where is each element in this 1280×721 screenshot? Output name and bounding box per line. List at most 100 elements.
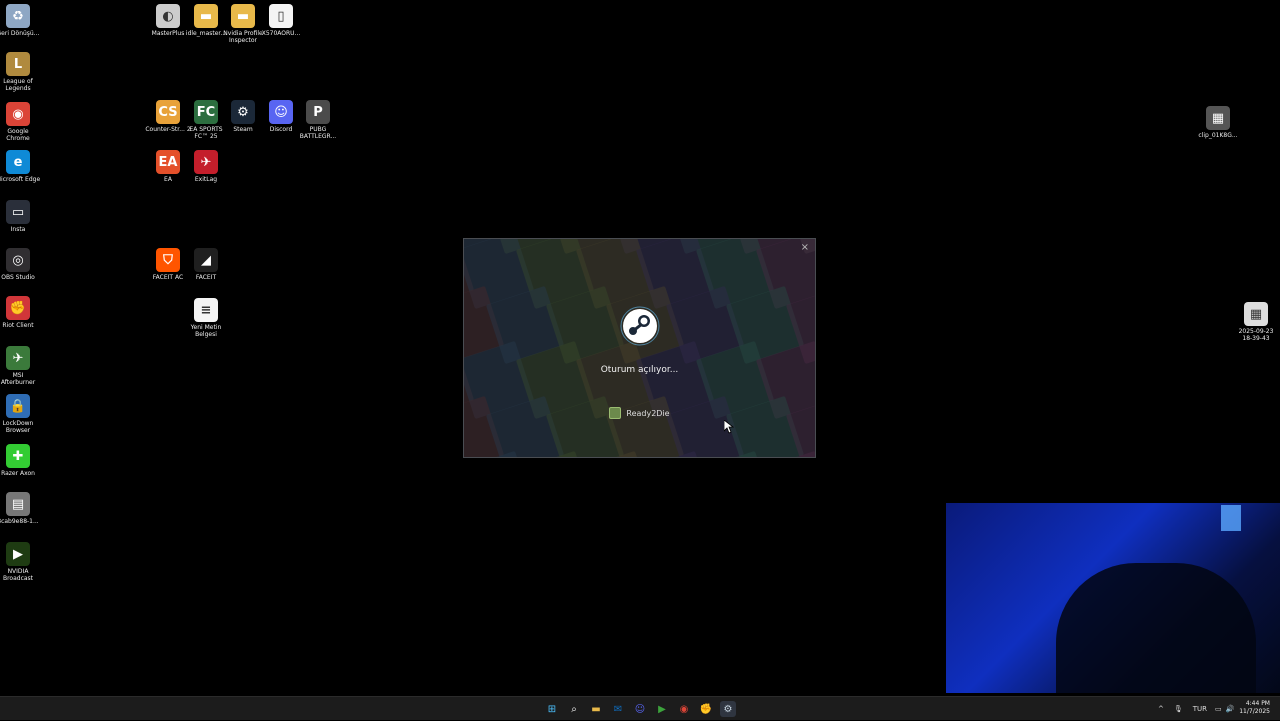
faceit-icon: ◢	[194, 248, 218, 272]
shortcut-label: 8cab9e88-1...	[0, 518, 39, 525]
dialog-overlay	[464, 239, 815, 457]
shortcut-label: PUBG BATTLEGR...	[295, 126, 341, 140]
steam-login-dialog: × Oturum açılıyor... Ready2Die	[463, 238, 816, 458]
riot-client-icon: ✊	[6, 296, 30, 320]
mouse-cursor-icon	[724, 420, 734, 434]
shortcut-label: FACEIT	[196, 274, 216, 281]
shortcut-label: Discord	[270, 126, 293, 133]
clock[interactable]: 4:44 PM 11/7/2025	[1239, 700, 1270, 716]
desktop-shortcut[interactable]: ▯ X570AORU...	[258, 4, 304, 37]
counter-strike-icon: CS	[156, 100, 180, 124]
file-explorer-icon[interactable]: ▬	[588, 701, 604, 717]
shortcut-label: EA	[164, 176, 172, 183]
shortcut-label: X570AORU...	[262, 30, 301, 37]
close-icon[interactable]: ×	[801, 242, 809, 253]
razer-axon-icon: ✚	[6, 444, 30, 468]
language-indicator[interactable]: TUR	[1193, 705, 1207, 713]
avatar	[609, 407, 621, 419]
shortcut-label: Geri Dönüşü...	[0, 30, 39, 37]
desktop-shortcut[interactable]: ✊ Riot Client	[0, 296, 41, 329]
desktop-shortcut[interactable]: ▶ NVIDIA Broadcast	[0, 542, 41, 582]
video-clip-icon: ▦	[1206, 106, 1230, 130]
edge-icon: e	[6, 150, 30, 174]
chrome-icon: ◉	[6, 102, 30, 126]
video-file-icon: ▦	[1244, 302, 1268, 326]
desktop-shortcut[interactable]: ✈ ExitLag	[183, 150, 229, 183]
text-document-icon: ≡	[194, 298, 218, 322]
recycle-bin-icon: ♻	[6, 4, 30, 28]
shortcut-label: NVIDIA Broadcast	[0, 568, 41, 582]
folder-icon: ▬	[194, 4, 218, 28]
steam-icon[interactable]: ⚙	[720, 701, 736, 717]
league-of-legends-icon: L	[6, 52, 30, 76]
account-row[interactable]: Ready2Die	[464, 407, 815, 419]
steam-logo-icon	[620, 306, 660, 346]
desktop-shortcut[interactable]: ✈MSI Afterburner	[0, 346, 41, 386]
shortcut-label: ExitLag	[195, 176, 217, 183]
desktop-shortcut[interactable]: 🔒 LockDown Browser	[0, 394, 41, 434]
outlook-icon[interactable]: ✉	[610, 701, 626, 717]
folder-icon: ▬	[231, 4, 255, 28]
shortcut-label: Riot Client	[2, 322, 33, 329]
desktop-shortcut[interactable]: PPUBG BATTLEGR...	[295, 100, 341, 140]
clock-date: 11/7/2025	[1239, 708, 1270, 716]
webcam-silhouette	[1056, 563, 1256, 693]
chrome-icon[interactable]: ◉	[676, 701, 692, 717]
chevron-up-icon[interactable]: ^	[1158, 705, 1164, 713]
webcam-overlay	[946, 503, 1280, 693]
msi-afterburner-icon: ✈	[6, 346, 30, 370]
discord-icon[interactable]: ☺	[632, 701, 648, 717]
webcam-light-spot	[1221, 505, 1241, 531]
shortcut-label: Steam	[233, 126, 252, 133]
desktop-shortcut[interactable]: ▦ 2025-09-23 18-39-43	[1233, 302, 1279, 342]
steam-icon: ⚙	[231, 100, 255, 124]
desktop-shortcut[interactable]: ◎ OBS Studio	[0, 248, 41, 281]
desktop-shortcut[interactable]: ♻ Geri Dönüşü...	[0, 4, 41, 37]
shortcut-label: LockDown Browser	[0, 420, 41, 434]
exitlag-icon: ✈	[194, 150, 218, 174]
volume-icon[interactable]: 🔊	[1226, 705, 1235, 713]
lockdown-browser-icon: 🔒	[6, 394, 30, 418]
masterplus-icon: ◐	[156, 4, 180, 28]
shortcut-label: MasterPlus	[152, 30, 185, 37]
start-icon[interactable]: ⊞	[544, 701, 560, 717]
desktop-shortcut[interactable]: L League of Legends	[0, 52, 41, 92]
username-label: Ready2Die	[626, 409, 669, 418]
shortcut-label: Microsoft Edge	[0, 176, 40, 183]
login-status-text: Oturum açılıyor...	[464, 365, 815, 375]
shortcut-label: OBS Studio	[1, 274, 35, 281]
image-file-icon: ▤	[6, 492, 30, 516]
desktop-shortcut[interactable]: ◉ Google Chrome	[0, 102, 41, 142]
discord-icon: ☺	[269, 100, 293, 124]
riot-client-icon[interactable]: ✊	[698, 701, 714, 717]
desktop-shortcut[interactable]: ▦ clip_01K8G...	[1195, 106, 1241, 139]
desktop-shortcut[interactable]: e Microsoft Edge	[0, 150, 41, 183]
obs-icon: ◎	[6, 248, 30, 272]
document-icon: ▯	[269, 4, 293, 28]
microphone-icon[interactable]: 🎙	[1174, 705, 1183, 713]
shortcut-label: League of Legends	[0, 78, 41, 92]
ea-fc-icon: FC	[194, 100, 218, 124]
shortcut-label: Razer Axon	[1, 470, 35, 477]
network-icon[interactable]: ▭	[1215, 705, 1222, 713]
ea-icon: EA	[156, 150, 180, 174]
faceit-ac-icon: ⛉	[156, 248, 180, 272]
shortcut-label: Yeni Metin Belgesi	[183, 324, 229, 338]
shortcut-label: FACEIT AC	[153, 274, 183, 281]
taskbar: ⊞ ⌕ ▬ ✉ ☺ ▶ ◉ ✊ ⚙ ^ 🎙 TUR ▭ 🔊 4:44 PM 11/7/2025	[0, 696, 1280, 720]
nvidia-broadcast-icon[interactable]: ▶	[654, 701, 670, 717]
desktop-shortcut[interactable]: ✚ Razer Axon	[0, 444, 41, 477]
desktop-shortcut[interactable]: ≡ Yeni Metin Belgesi	[183, 298, 229, 338]
shortcut-label: Google Chrome	[0, 128, 41, 142]
desktop-shortcut[interactable]: ▤ 8cab9e88-1...	[0, 492, 41, 525]
shortcut-label: clip_01K8G...	[1198, 132, 1237, 139]
nvidia-broadcast-icon: ▶	[6, 542, 30, 566]
search-icon[interactable]: ⌕	[566, 701, 582, 717]
tray-area: ^ 🎙 TUR ▭ 🔊	[1158, 697, 1234, 721]
shortcut-label: Insta	[11, 226, 26, 233]
desktop-shortcut[interactable]: ◢ FACEIT	[183, 248, 229, 281]
desktop-shortcut[interactable]: ▭ Insta	[0, 200, 41, 233]
insta-icon: ▭	[6, 200, 30, 224]
shortcut-label: 2025-09-23 18-39-43	[1233, 328, 1279, 342]
clock-time: 4:44 PM	[1239, 700, 1270, 708]
